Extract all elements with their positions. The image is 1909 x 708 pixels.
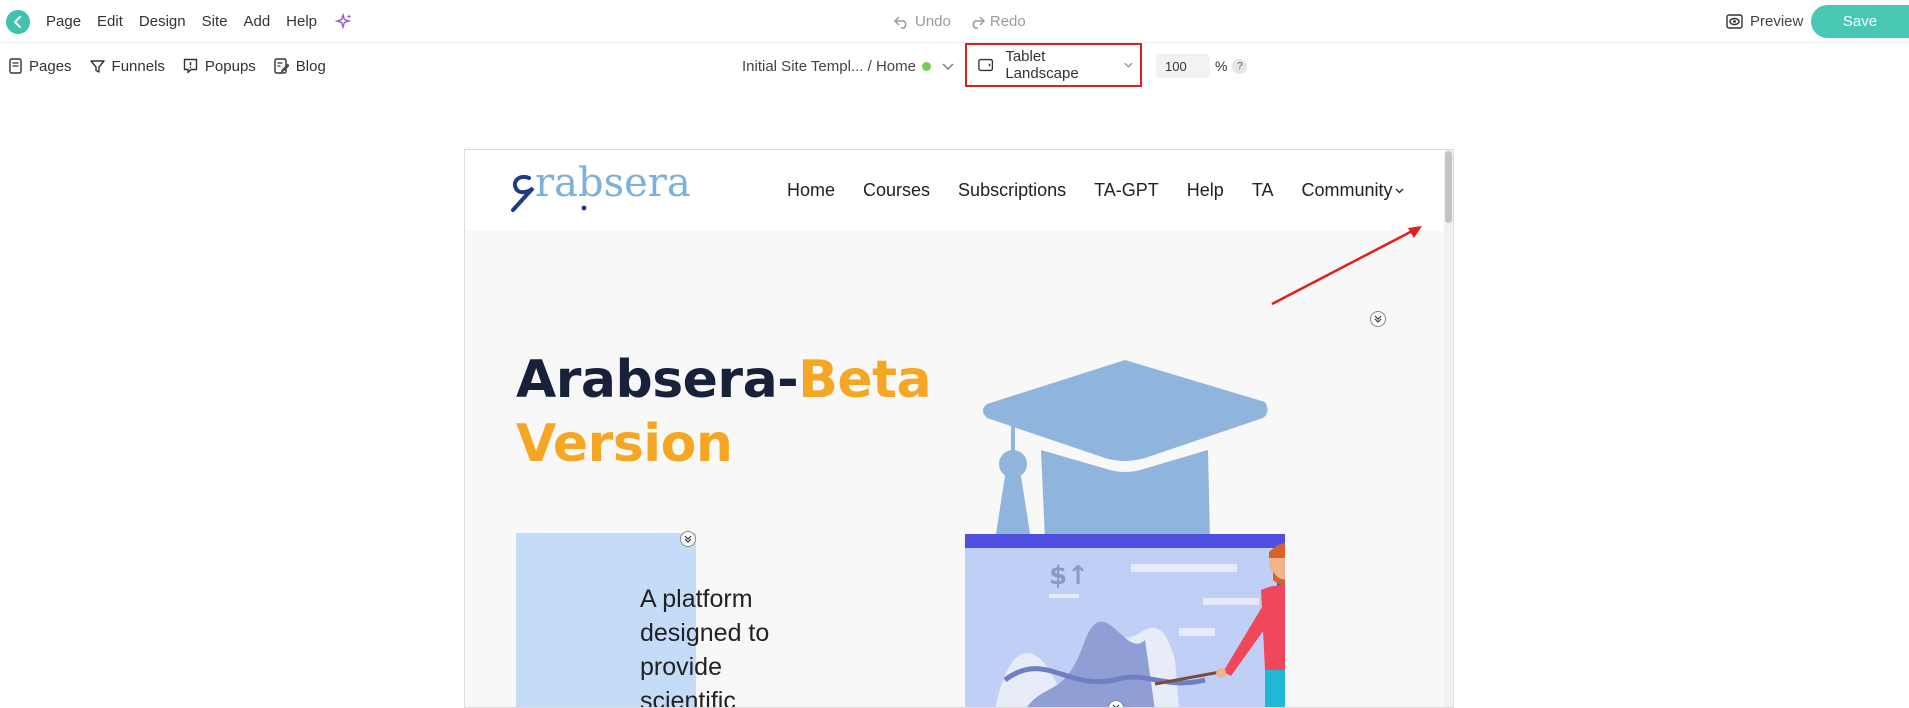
blog-button[interactable]: Blog xyxy=(274,58,326,75)
device-selector[interactable]: Tablet Landscape xyxy=(965,43,1142,87)
redo-button[interactable]: Redo xyxy=(969,13,1026,30)
site-breadcrumb: Initial Site Templ... / Home xyxy=(742,57,916,75)
site-header: rabsera Home Courses Subscriptions TA-GP… xyxy=(465,150,1453,231)
page-icon xyxy=(9,58,22,74)
menu-site[interactable]: Site xyxy=(202,13,228,30)
site-logo[interactable]: rabsera xyxy=(505,158,725,223)
preview-button[interactable]: Preview xyxy=(1726,0,1803,43)
tagline-line: designed to xyxy=(640,619,770,647)
nav-ta[interactable]: TA xyxy=(1252,180,1274,201)
redo-label: Redo xyxy=(989,13,1026,30)
preview-scrollbar[interactable] xyxy=(1444,150,1453,707)
menu-design[interactable]: Design xyxy=(139,13,186,30)
logo-text: rabsera xyxy=(535,160,691,206)
menu-help[interactable]: Help xyxy=(286,13,317,30)
block-collapse-icon[interactable] xyxy=(680,531,696,547)
editor-toolbar: Pages Funnels Popups Blog Initial Site T… xyxy=(0,44,1909,88)
preview-scroll-thumb[interactable] xyxy=(1445,151,1452,223)
nav-help[interactable]: Help xyxy=(1187,180,1224,201)
menu-edit[interactable]: Edit xyxy=(97,13,123,30)
popup-icon xyxy=(183,58,198,74)
nav-community[interactable]: Community xyxy=(1301,180,1403,201)
blog-icon xyxy=(274,58,289,74)
history-controls: Undo Redo xyxy=(894,0,1026,43)
undo-button[interactable]: Undo xyxy=(894,13,951,30)
zoom-control: % ? xyxy=(1156,44,1248,88)
hero-title-beta: Beta xyxy=(798,350,932,410)
svg-text:$↑: $↑ xyxy=(1049,561,1089,591)
pages-label: Pages xyxy=(29,57,72,75)
published-status-dot xyxy=(921,61,931,71)
hero-illustration: $↑ xyxy=(965,360,1285,707)
hero-title-brand: Arabsera- xyxy=(516,350,799,410)
tagline-line: provide xyxy=(640,653,722,681)
chevron-down-icon xyxy=(1395,188,1403,194)
back-button[interactable] xyxy=(6,10,30,34)
funnel-icon xyxy=(89,59,105,73)
hero-tagline: A platform designed to provide scientifi… xyxy=(640,582,820,708)
zoom-input[interactable] xyxy=(1156,54,1210,78)
nav-home[interactable]: Home xyxy=(787,180,835,201)
menu-page[interactable]: Page xyxy=(46,13,81,30)
save-button[interactable]: Save xyxy=(1811,5,1909,38)
hero-title: Arabsera-Beta Version xyxy=(516,348,932,476)
eye-icon xyxy=(1726,14,1743,29)
nav-ta-gpt[interactable]: TA-GPT xyxy=(1094,180,1159,201)
pages-button[interactable]: Pages xyxy=(9,58,72,75)
site-nav-links: Home Courses Subscriptions TA-GPT Help T… xyxy=(787,150,1404,231)
chevron-down-icon xyxy=(942,63,954,70)
nav-courses[interactable]: Courses xyxy=(863,180,930,201)
chevron-left-icon xyxy=(14,16,21,28)
funnels-label: Funnels xyxy=(111,57,165,75)
zoom-unit: % xyxy=(1215,58,1228,74)
site-page-selector[interactable]: Initial Site Templ... / Home xyxy=(742,44,955,88)
site-tools: Pages Funnels Popups Blog xyxy=(9,44,326,88)
chevron-down-icon xyxy=(1124,62,1133,68)
annotation-arrow xyxy=(1271,226,1422,306)
popups-label: Popups xyxy=(204,57,256,75)
grad-cap-base xyxy=(1041,450,1210,540)
undo-label: Undo xyxy=(915,13,951,30)
popups-button[interactable]: Popups xyxy=(183,58,256,75)
top-menu-bar: Page Edit Design Site Add Help Undo Redo… xyxy=(0,0,1909,43)
tablet-icon xyxy=(978,58,994,72)
ai-sparkle-icon[interactable] xyxy=(335,12,353,31)
preview-label: Preview xyxy=(1750,13,1804,30)
zoom-help-icon[interactable]: ? xyxy=(1232,58,1248,74)
grad-cap-board xyxy=(983,360,1268,461)
device-label: Tablet Landscape xyxy=(1005,48,1079,82)
nav-community-label: Community xyxy=(1301,180,1393,200)
undo-icon xyxy=(894,15,907,29)
main-menu: Page Edit Design Site Add Help xyxy=(46,0,353,43)
redo-icon xyxy=(972,15,985,29)
nav-subscriptions[interactable]: Subscriptions xyxy=(958,180,1066,201)
tagline-line: A platform xyxy=(640,585,753,613)
hero-title-version: Version xyxy=(516,414,733,474)
funnels-button[interactable]: Funnels xyxy=(89,57,165,75)
menu-add[interactable]: Add xyxy=(243,13,270,30)
blog-label: Blog xyxy=(295,57,326,75)
tagline-line: scientific xyxy=(640,687,736,708)
section-collapse-icon[interactable] xyxy=(1370,311,1386,327)
